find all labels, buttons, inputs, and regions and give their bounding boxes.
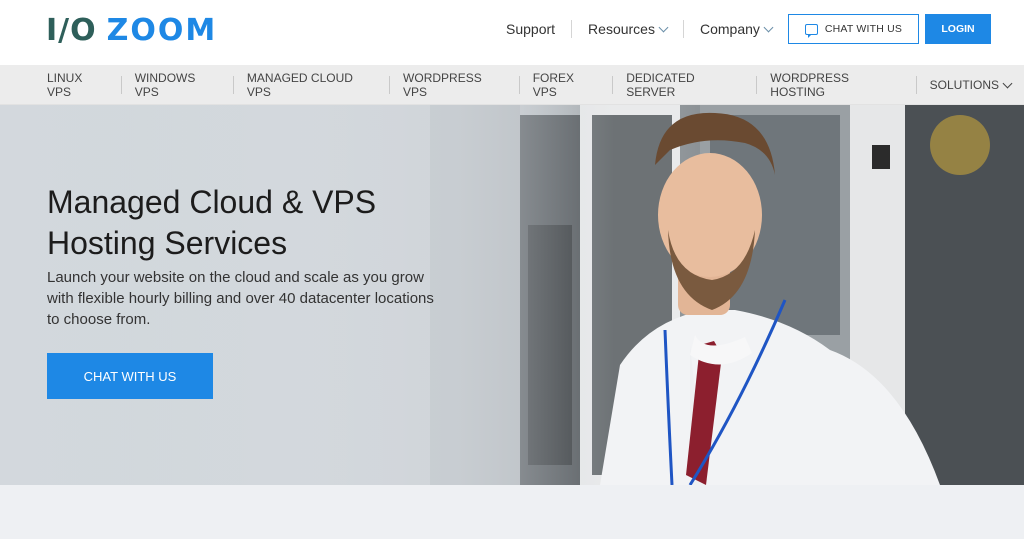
subnav-wordpress-hosting[interactable]: WORDPRESS HOSTING bbox=[757, 65, 915, 105]
nav-company-label: Company bbox=[699, 21, 760, 37]
logo-zoom: ZOOM bbox=[106, 12, 218, 48]
hero-title: Managed Cloud & VPS Hosting Services bbox=[47, 182, 467, 264]
hero-title-line-1: Managed Cloud & VPS bbox=[47, 184, 377, 220]
site-header: I/O ZOOM Support Resources Company CHAT … bbox=[0, 0, 1024, 65]
hero-banner: Managed Cloud & VPS Hosting Services Lau… bbox=[0, 105, 1024, 485]
product-nav: LINUX VPS WINDOWS VPS MANAGED CLOUD VPS … bbox=[0, 65, 1024, 105]
subnav-linux-vps[interactable]: LINUX VPS bbox=[34, 65, 121, 105]
subnav-forex-vps[interactable]: FOREX VPS bbox=[520, 65, 613, 105]
hero-subtitle: Launch your website on the cloud and sca… bbox=[47, 269, 434, 328]
chevron-down-icon bbox=[1002, 78, 1013, 88]
subnav-wordpress-vps[interactable]: WORDPRESS VPS bbox=[390, 65, 519, 105]
chevron-down-icon bbox=[658, 22, 669, 32]
subnav-dedicated-server[interactable]: DEDICATED SERVER bbox=[613, 65, 756, 105]
subnav-windows-vps[interactable]: WINDOWS VPS bbox=[122, 65, 233, 105]
chat-bubble-icon bbox=[804, 23, 818, 38]
nav-support-label: Support bbox=[506, 21, 556, 37]
subnav-solutions-label: SOLUTIONS bbox=[929, 78, 999, 92]
nav-company[interactable]: Company bbox=[684, 18, 788, 40]
logo-io: I/O bbox=[46, 12, 97, 48]
chat-with-us-button[interactable]: CHAT WITH US bbox=[788, 14, 919, 44]
nav-resources-label: Resources bbox=[588, 21, 655, 37]
chat-button-label: CHAT WITH US bbox=[824, 23, 903, 35]
subnav-managed-cloud-vps[interactable]: MANAGED CLOUD VPS bbox=[234, 65, 389, 105]
nav-resources[interactable]: Resources bbox=[572, 18, 683, 40]
hero-chat-button[interactable]: CHAT WITH US bbox=[47, 353, 213, 399]
login-button[interactable]: LOGIN bbox=[925, 14, 991, 44]
nav-support[interactable]: Support bbox=[490, 18, 571, 40]
chevron-down-icon bbox=[763, 22, 774, 32]
hero-title-line-2: Hosting Services bbox=[47, 225, 288, 261]
subnav-solutions[interactable]: SOLUTIONS bbox=[917, 65, 1024, 105]
section-below-hero bbox=[0, 485, 1024, 539]
top-nav: Support Resources Company bbox=[490, 18, 788, 40]
site-logo[interactable]: I/O ZOOM bbox=[46, 12, 218, 48]
